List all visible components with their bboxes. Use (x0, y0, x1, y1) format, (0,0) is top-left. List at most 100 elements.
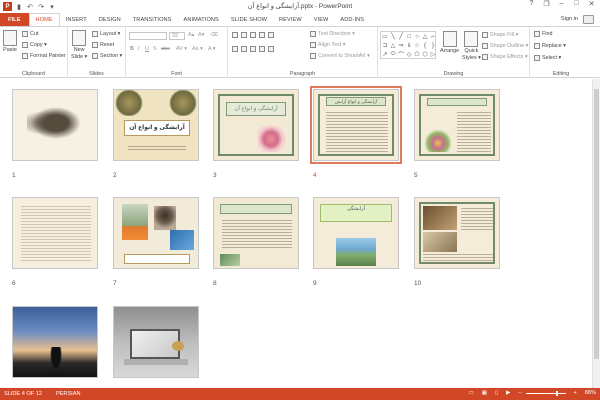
underline-button[interactable]: U (145, 46, 149, 52)
change-case-button[interactable]: Aa ▾ (192, 46, 203, 52)
tab-insert[interactable]: INSERT (60, 13, 93, 26)
shape-option-icon[interactable]: ⊐ (382, 42, 387, 49)
shape-option-icon[interactable]: △ (423, 33, 428, 40)
character-spacing-button[interactable]: AV ▾ (176, 46, 187, 52)
shape-option-icon[interactable]: ⇓ (406, 42, 411, 49)
shape-outline-button[interactable]: Shape Outline ▾ (482, 43, 528, 49)
clear-formatting-icon[interactable]: ⌫ (210, 32, 218, 38)
grow-font-button[interactable]: A▴ (188, 32, 194, 38)
slideshow-view-icon[interactable]: ▶ (506, 390, 510, 396)
minimize-button[interactable]: – (555, 0, 568, 8)
shape-option-icon[interactable]: ╱ (399, 33, 403, 40)
shape-option-icon[interactable]: ▷ (431, 51, 436, 58)
help-icon[interactable]: ? (525, 0, 538, 8)
slide-thumbnail-7[interactable] (113, 197, 199, 269)
strikethrough-button[interactable]: abc (161, 46, 170, 52)
account-icon[interactable] (583, 15, 594, 24)
shape-option-icon[interactable]: ⬠ (414, 51, 419, 58)
font-color-button[interactable]: A ▾ (208, 46, 216, 52)
shape-option-icon[interactable]: ⌐ (431, 34, 435, 40)
slide-thumbnail-12[interactable] (113, 306, 199, 378)
zoom-out-button[interactable]: – (518, 390, 521, 396)
quick-styles-button[interactable]: Quick Styles ▾ (462, 31, 481, 61)
shape-option-icon[interactable]: ╲ (391, 33, 395, 40)
normal-view-icon[interactable]: ▭ (468, 390, 473, 396)
format-painter-button[interactable]: Format Painter (22, 53, 66, 59)
text-direction-button[interactable]: Text Direction ▾ (310, 31, 355, 37)
italic-button[interactable]: I (138, 46, 140, 52)
shape-option-icon[interactable]: □ (407, 34, 411, 40)
tab-animations[interactable]: ANIMATIONS (178, 13, 225, 26)
slide-thumbnail-4[interactable]: آرایشگی و انواع آرایش (310, 86, 402, 164)
tab-view[interactable]: VIEW (308, 13, 335, 26)
shape-effects-button[interactable]: Shape Effects ▾ (482, 54, 528, 60)
section-button[interactable]: Section ▾ (92, 53, 122, 59)
shape-option-icon[interactable]: ☆ (414, 42, 419, 49)
justify-icon[interactable] (259, 46, 265, 52)
slide-thumbnail-6[interactable] (12, 197, 98, 269)
layout-button[interactable]: Layout ▾ (92, 31, 120, 37)
shape-option-icon[interactable]: ○ (415, 34, 419, 40)
columns-icon[interactable] (268, 46, 274, 52)
shape-option-icon[interactable]: ⬭ (390, 51, 395, 58)
shape-option-icon[interactable]: ◇ (407, 51, 412, 58)
replace-button[interactable]: Replace ▾ (534, 43, 566, 49)
shape-option-icon[interactable]: ▭ (382, 33, 388, 40)
slide-thumbnail-10[interactable] (414, 197, 500, 269)
slide-thumbnail-5[interactable] (414, 89, 500, 161)
shape-option-icon[interactable]: ⇒ (398, 42, 403, 49)
zoom-level[interactable]: 88% (585, 390, 596, 396)
reading-view-icon[interactable]: ▯ (495, 390, 498, 396)
language-indicator[interactable]: PERSIAN (56, 391, 81, 397)
vertical-scrollbar[interactable] (592, 79, 600, 388)
arrange-button[interactable]: Arrange (440, 31, 459, 54)
tab-slide-show[interactable]: SLIDE SHOW (225, 13, 273, 26)
tab-home[interactable]: HOME (28, 13, 60, 26)
tab-transitions[interactable]: TRANSITIONS (127, 13, 178, 26)
bold-button[interactable]: B (130, 46, 134, 52)
reset-button[interactable]: Reset (92, 42, 114, 48)
select-button[interactable]: Select ▾ (534, 55, 561, 61)
zoom-slider[interactable] (525, 390, 566, 396)
align-center-icon[interactable] (241, 46, 247, 52)
shape-option-icon[interactable]: } (432, 43, 434, 49)
shape-option-icon[interactable]: ⬡ (422, 51, 427, 58)
tab-review[interactable]: REVIEW (273, 13, 308, 26)
font-name-box[interactable] (129, 32, 167, 40)
scrollbar-thumb[interactable] (594, 89, 599, 359)
slide-thumbnail-2[interactable]: آرایشگی و انواع آن (113, 89, 199, 161)
font-size-box[interactable]: 32 (169, 32, 185, 40)
slide-thumbnail-11[interactable] (12, 306, 98, 378)
shape-option-icon[interactable]: { (424, 43, 426, 49)
shrink-font-button[interactable]: A▾ (198, 32, 204, 38)
maximize-button[interactable]: □ (570, 0, 583, 8)
shape-option-icon[interactable]: △ (391, 42, 396, 49)
increase-indent-icon[interactable] (259, 32, 265, 38)
ribbon-display-icon[interactable]: ❐ (540, 0, 553, 8)
close-button[interactable]: ✕ (585, 0, 598, 8)
copy-button[interactable]: Copy ▾ (22, 42, 47, 48)
bullets-icon[interactable] (232, 32, 238, 38)
shape-fill-button[interactable]: Shape Fill ▾ (482, 32, 518, 38)
slide-thumbnail-9[interactable]: آرایشگی (313, 197, 399, 269)
slide-thumbnail-3[interactable]: آرایشگی و انواع آن (213, 89, 299, 161)
tab-add-ins[interactable]: ADD-INS (334, 13, 370, 26)
cut-button[interactable]: Cut (22, 31, 38, 37)
slide-thumbnail-8[interactable] (213, 197, 299, 269)
slide-thumbnail-1[interactable] (12, 89, 98, 161)
numbering-icon[interactable] (241, 32, 247, 38)
decrease-indent-icon[interactable] (250, 32, 256, 38)
find-button[interactable]: Find (534, 31, 553, 37)
slide-sorter-view-icon[interactable]: ▦ (482, 390, 487, 396)
new-slide-button[interactable]: New Slide ▾ (71, 30, 87, 60)
line-spacing-icon[interactable] (268, 32, 274, 38)
convert-smartart-button[interactable]: Convert to SmartArt ▾ (310, 53, 370, 59)
shape-option-icon[interactable]: ⌒ (398, 50, 404, 59)
shapes-gallery[interactable]: ▭ ╲ ╱ □ ○ △ ⌐ ⊐ △ ⇒ ⇓ ☆{} ↗ ⬭ ⌒ ◇ ⬠ ⬡ ▷ (380, 31, 436, 59)
align-left-icon[interactable] (232, 46, 238, 52)
tab-design[interactable]: DESIGN (93, 13, 127, 26)
shape-option-icon[interactable]: ↗ (382, 51, 387, 58)
tab-file[interactable]: FILE (0, 13, 29, 26)
zoom-in-button[interactable]: + (574, 390, 577, 396)
sign-in-link[interactable]: Sign in (561, 16, 578, 22)
